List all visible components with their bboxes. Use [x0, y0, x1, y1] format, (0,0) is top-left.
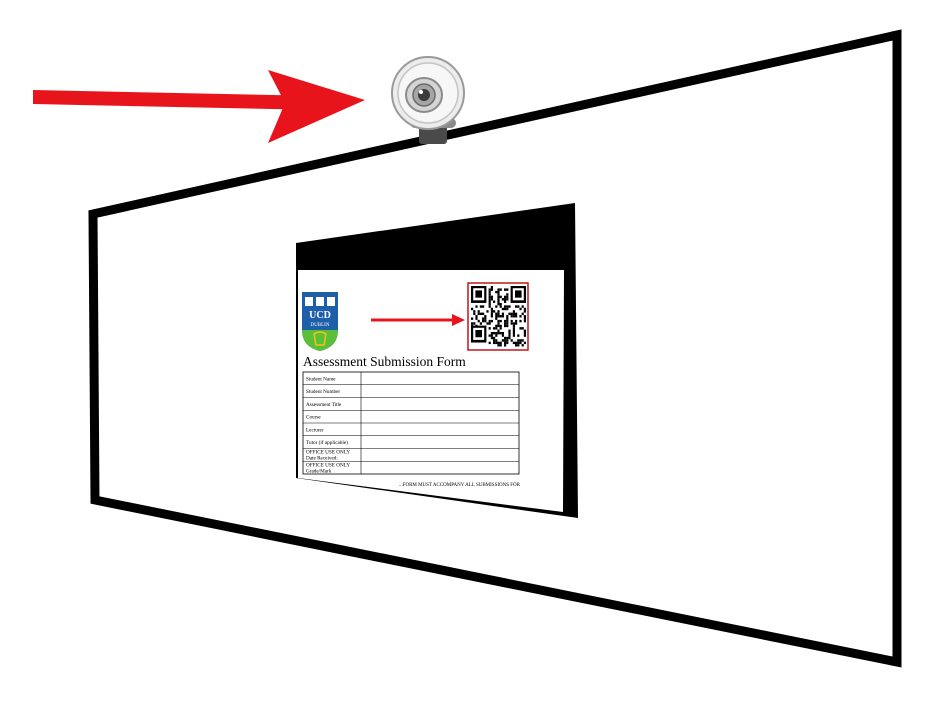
arrow-shaft: [33, 90, 320, 110]
qr-code-icon: [467, 282, 529, 351]
crest-ucd-text: UCD: [309, 310, 331, 321]
crest-dublin-text: DUBLIN: [311, 323, 330, 328]
form-row-label: Student Name: [306, 376, 336, 382]
form-row-label: Tutor (if applicable): [306, 439, 348, 446]
form-row-label: Assessment Title: [306, 402, 342, 408]
form-title: Assessment Submission Form: [303, 354, 466, 369]
form-row-label: Course: [306, 415, 321, 421]
form-footer: ...FORM MUST ACCOMPANY ALL SUBMISSIONS F…: [399, 483, 521, 488]
webcam-document-diagram: UCD DUBLIN Assessment Submission Form St…: [33, 29, 902, 668]
red-arrow-to-webcam: [33, 70, 365, 143]
form-row-label: Student Number: [306, 389, 340, 395]
ucd-crest-logo: UCD DUBLIN: [302, 292, 338, 351]
form-row-label: Lecturer: [306, 427, 324, 433]
